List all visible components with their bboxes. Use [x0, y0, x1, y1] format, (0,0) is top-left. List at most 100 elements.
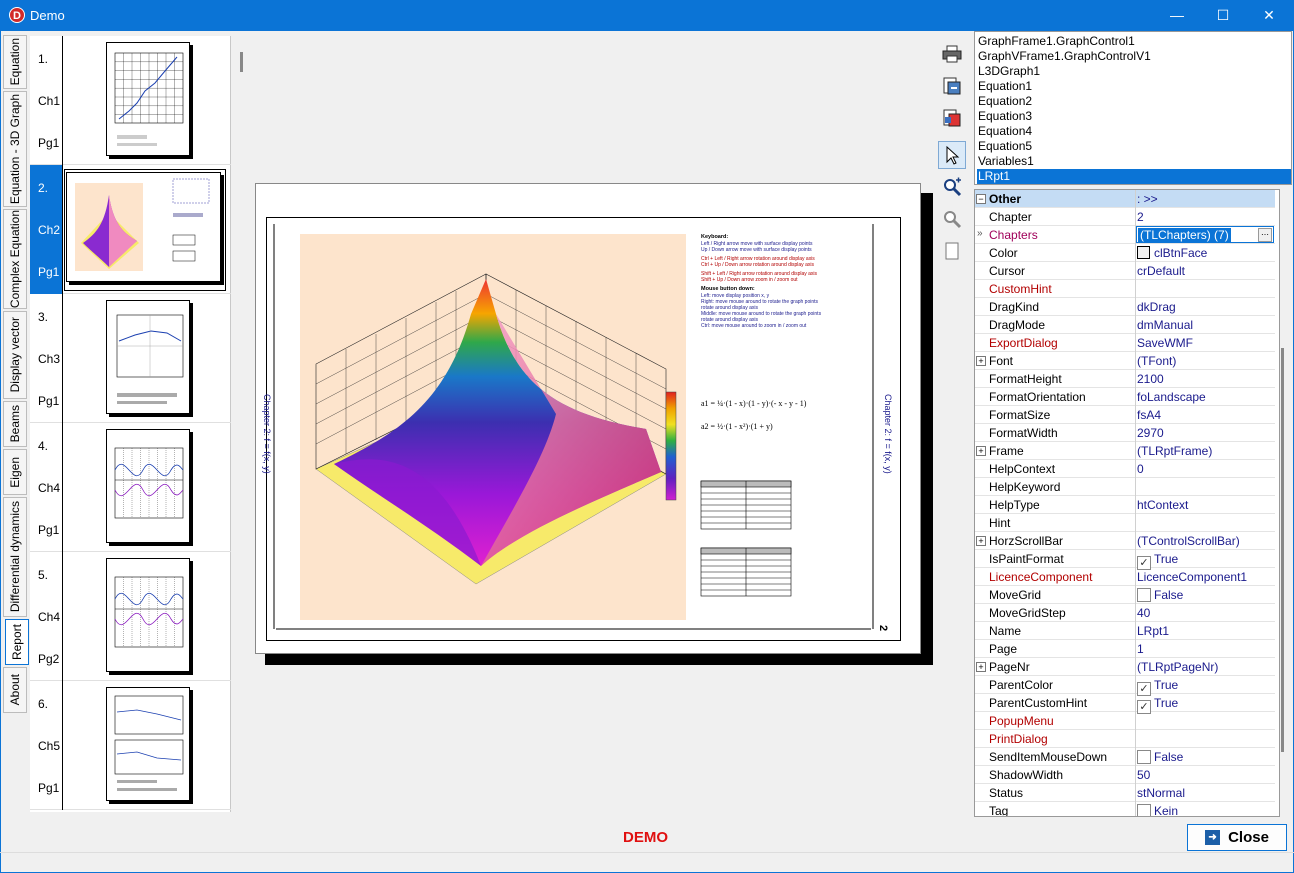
- thumbnail-item[interactable]: 2. Ch2 Pg1: [30, 165, 231, 294]
- property-value-cell[interactable]: False: [1137, 588, 1183, 602]
- component-list-item[interactable]: Variables1: [977, 154, 1291, 169]
- property-row[interactable]: + HorzScrollBar (TControlScrollBar): [975, 532, 1275, 550]
- property-value-cell[interactable]: 40: [1137, 606, 1150, 620]
- thumbnail-item[interactable]: 5. Ch4 Pg2: [30, 552, 231, 681]
- property-value-cell[interactable]: : >>: [1137, 192, 1158, 206]
- tab-complex-equation[interactable]: Complex Equation: [3, 209, 27, 309]
- property-row[interactable]: Status stNormal: [975, 784, 1275, 802]
- thumbnail-item[interactable]: 3. Ch3 Pg1: [30, 294, 231, 423]
- component-list-item[interactable]: Equation3: [977, 109, 1291, 124]
- property-row[interactable]: ExportDialog SaveWMF: [975, 334, 1275, 352]
- property-value-cell[interactable]: crDefault: [1137, 264, 1185, 278]
- property-row[interactable]: HelpContext 0: [975, 460, 1275, 478]
- property-value-cell[interactable]: False: [1137, 750, 1183, 764]
- property-value-cell[interactable]: (TFont): [1137, 354, 1176, 368]
- zoom-in-icon[interactable]: [938, 173, 966, 201]
- checkbox-unchecked-icon[interactable]: [1137, 804, 1151, 816]
- checkbox-unchecked-icon[interactable]: [1137, 588, 1151, 602]
- property-row[interactable]: ShadowWidth 50: [975, 766, 1275, 784]
- inspector-scrollbar[interactable]: [1281, 348, 1284, 752]
- property-value-cell[interactable]: (TControlScrollBar): [1137, 534, 1240, 548]
- property-row[interactable]: Page 1: [975, 640, 1275, 658]
- cursor-icon[interactable]: [938, 141, 966, 169]
- property-value-cell[interactable]: dkDrag: [1137, 300, 1176, 314]
- tab-eigen[interactable]: Eigen: [3, 449, 27, 495]
- property-value-cell[interactable]: SaveWMF: [1137, 336, 1193, 350]
- property-value-cell[interactable]: LRpt1: [1137, 624, 1169, 638]
- property-row[interactable]: Name LRpt1: [975, 622, 1275, 640]
- close-button[interactable]: ➜ Close: [1187, 824, 1287, 851]
- property-row[interactable]: ParentCustomHint ✓ True: [975, 694, 1275, 714]
- property-row[interactable]: Cursor crDefault: [975, 262, 1275, 280]
- property-row[interactable]: » Chapters (TLChapters) (7) ⋯: [975, 226, 1275, 244]
- expand-icon[interactable]: +: [976, 536, 986, 546]
- expand-icon[interactable]: +: [976, 356, 986, 366]
- property-row[interactable]: FormatWidth 2970: [975, 424, 1275, 442]
- thumbnail-item[interactable]: 1. Ch1 Pg1: [30, 36, 231, 165]
- property-row[interactable]: Chapter 2: [975, 208, 1275, 226]
- tab-equation-3d-graph[interactable]: Equation - 3D Graph: [3, 91, 27, 207]
- property-value-cell[interactable]: clBtnFace: [1137, 246, 1207, 260]
- expand-icon[interactable]: +: [976, 446, 986, 456]
- checkbox-unchecked-icon[interactable]: [1137, 750, 1151, 764]
- export-red-icon[interactable]: [938, 104, 966, 132]
- export-icon[interactable]: [938, 72, 966, 100]
- property-row[interactable]: DragMode dmManual: [975, 316, 1275, 334]
- property-value-cell[interactable]: htContext: [1137, 498, 1188, 512]
- property-row[interactable]: MoveGridStep 40: [975, 604, 1275, 622]
- property-row[interactable]: PopupMenu: [975, 712, 1275, 730]
- property-row[interactable]: CustomHint: [975, 280, 1275, 298]
- property-row[interactable]: ParentColor ✓ True: [975, 676, 1275, 696]
- component-list-item[interactable]: GraphVFrame1.GraphControlV1: [977, 49, 1291, 64]
- property-row[interactable]: SendItemMouseDown False: [975, 748, 1275, 766]
- property-value-cell[interactable]: stNormal: [1137, 786, 1185, 800]
- ellipsis-button[interactable]: ⋯: [1258, 228, 1272, 242]
- tab-beams[interactable]: Beams: [3, 401, 27, 447]
- property-row[interactable]: DragKind dkDrag: [975, 298, 1275, 316]
- property-value-cell[interactable]: 0: [1137, 462, 1144, 476]
- close-window-button[interactable]: ✕: [1246, 0, 1292, 31]
- printer-icon[interactable]: [938, 40, 966, 68]
- thumbnail-item[interactable]: 6. Ch5 Pg1: [30, 681, 231, 810]
- tab-report[interactable]: Report: [5, 619, 29, 665]
- property-editor[interactable]: (TLChapters) (7) ⋯: [1136, 226, 1274, 243]
- component-list-item[interactable]: Equation1: [977, 79, 1291, 94]
- property-row[interactable]: − Other: >>: [975, 190, 1275, 208]
- maximize-button[interactable]: ☐: [1200, 0, 1246, 31]
- property-value-cell[interactable]: 2970: [1137, 426, 1164, 440]
- property-value-cell[interactable]: 50: [1137, 768, 1150, 782]
- component-list[interactable]: GraphFrame1.GraphControl1 GraphVFrame1.Gr…: [974, 31, 1292, 185]
- property-value-cell[interactable]: LicenceComponent1: [1137, 570, 1247, 584]
- property-row[interactable]: + PageNr (TLRptPageNr): [975, 658, 1275, 676]
- property-row[interactable]: HelpKeyword: [975, 478, 1275, 496]
- property-value-cell[interactable]: dmManual: [1137, 318, 1193, 332]
- thumbnail-scrollbar[interactable]: [240, 52, 243, 72]
- expand-icon[interactable]: +: [976, 662, 986, 672]
- property-value-cell[interactable]: 2100: [1137, 372, 1164, 386]
- property-row[interactable]: FormatSize fsA4: [975, 406, 1275, 424]
- tab-about[interactable]: About: [3, 667, 27, 713]
- property-value-cell[interactable]: (TLRptFrame): [1137, 444, 1212, 458]
- property-row[interactable]: FormatOrientation foLandscape: [975, 388, 1275, 406]
- property-row[interactable]: Color clBtnFace: [975, 244, 1275, 262]
- property-row[interactable]: HelpType htContext: [975, 496, 1275, 514]
- property-row[interactable]: + Font (TFont): [975, 352, 1275, 370]
- property-value-cell[interactable]: fsA4: [1137, 408, 1161, 422]
- component-list-item[interactable]: Equation2: [977, 94, 1291, 109]
- property-value-cell[interactable]: 2: [1137, 210, 1144, 224]
- property-row[interactable]: PrintDialog: [975, 730, 1275, 748]
- report-page[interactable]: Keyboard: Left / Right arrow move with s…: [255, 183, 921, 654]
- zoom-out-icon[interactable]: [938, 205, 966, 233]
- collapse-icon[interactable]: −: [976, 194, 986, 204]
- tab-differential-dynamics[interactable]: Differential dynamics: [3, 497, 27, 617]
- property-row[interactable]: MoveGrid False: [975, 586, 1275, 604]
- component-list-item[interactable]: LRpt1: [977, 169, 1291, 184]
- component-list-item[interactable]: GraphFrame1.GraphControl1: [977, 34, 1291, 49]
- property-row[interactable]: LicenceComponent LicenceComponent1: [975, 568, 1275, 586]
- page-icon[interactable]: [938, 237, 966, 265]
- property-row[interactable]: Hint: [975, 514, 1275, 532]
- component-list-item[interactable]: Equation5: [977, 139, 1291, 154]
- tab-equation[interactable]: Equation: [3, 35, 27, 89]
- component-list-item[interactable]: Equation4: [977, 124, 1291, 139]
- property-row[interactable]: Tag Kein: [975, 802, 1275, 816]
